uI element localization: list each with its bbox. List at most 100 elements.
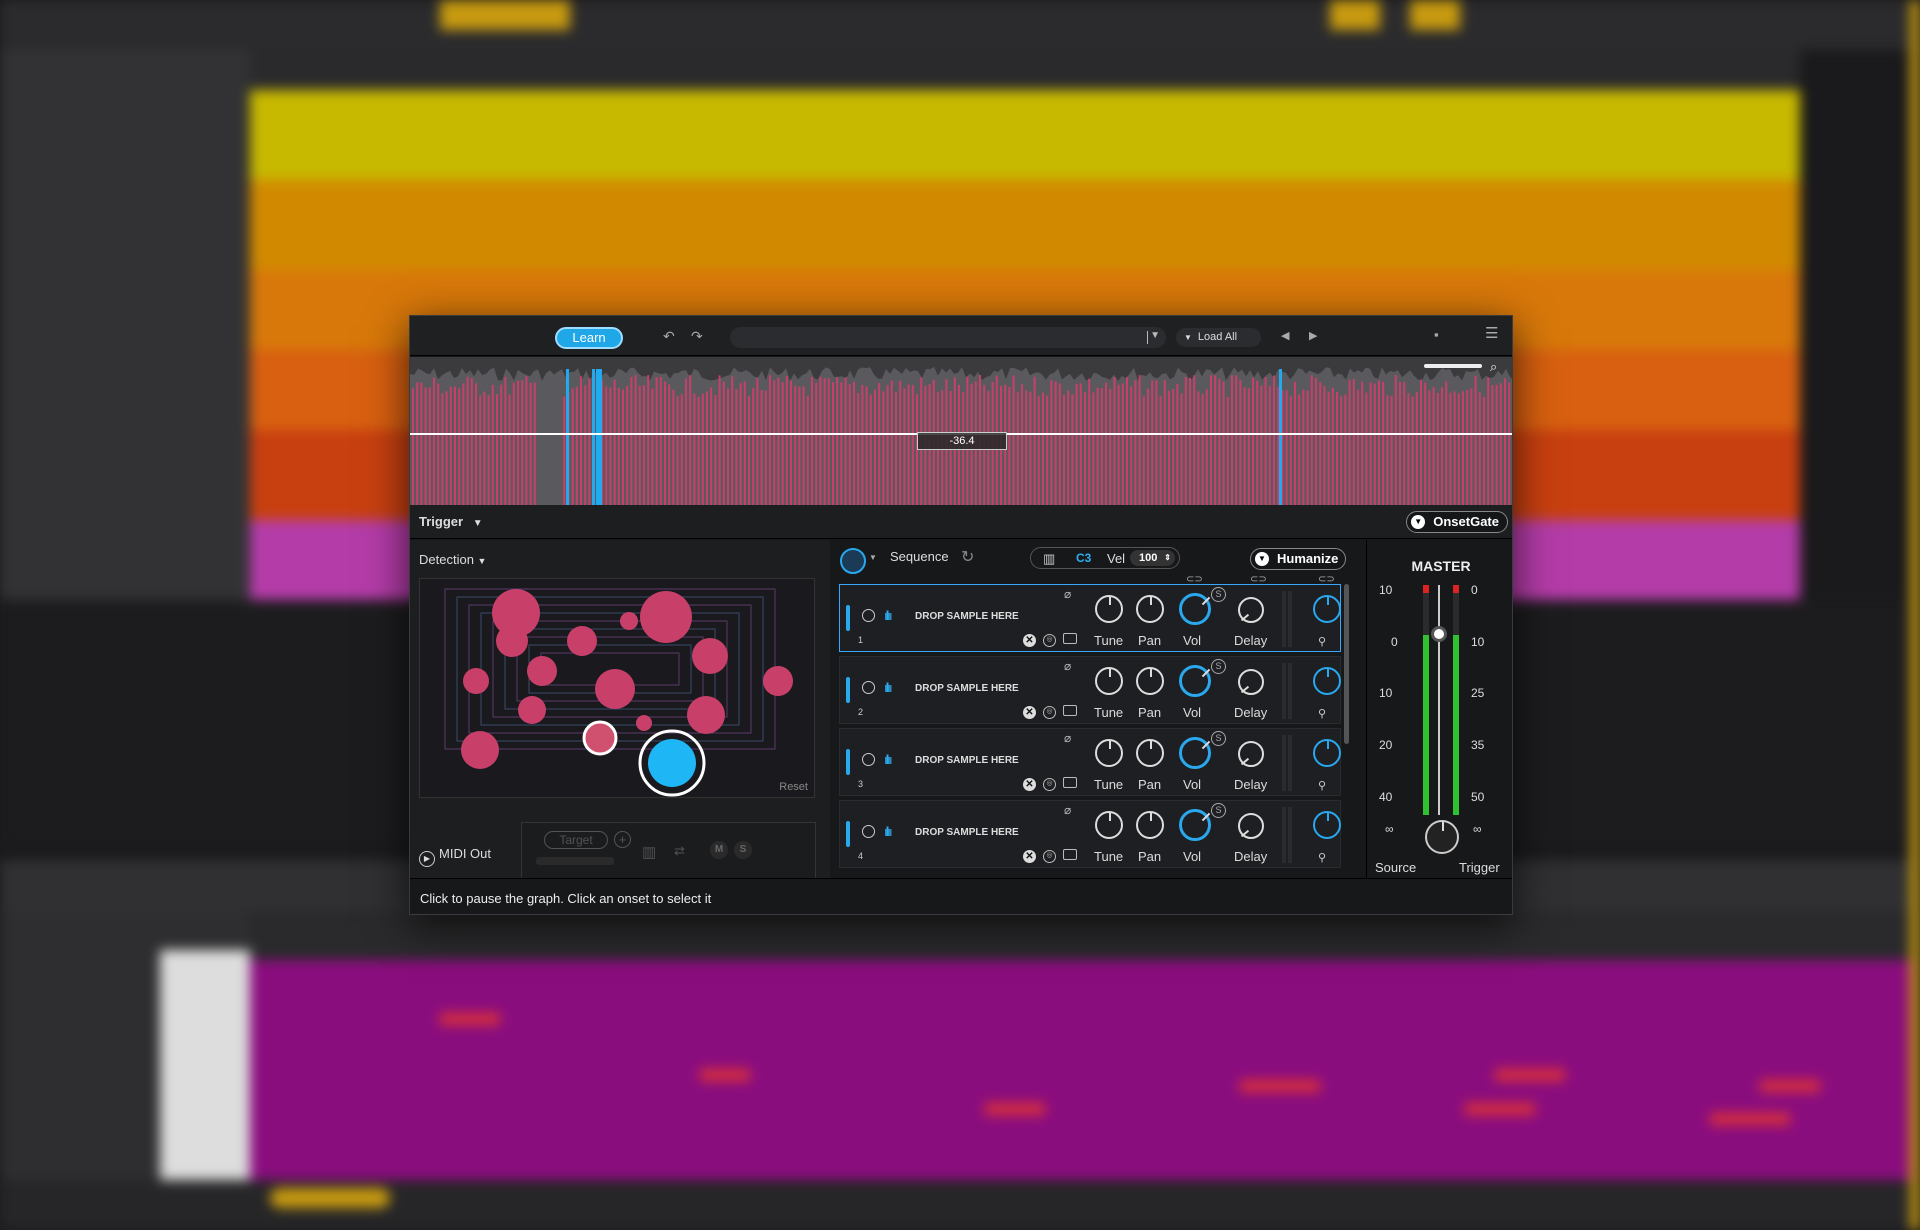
onset-bubble[interactable]	[636, 715, 652, 731]
delay-knob[interactable]	[1238, 741, 1264, 767]
onset-bar[interactable]	[1470, 388, 1473, 505]
onset-bar[interactable]	[697, 396, 700, 505]
close-icon[interactable]: ✕	[1023, 634, 1036, 647]
onset-bar[interactable]	[441, 393, 444, 505]
onset-bar[interactable]	[861, 385, 864, 505]
humanize-button[interactable]: ▼ Humanize	[1250, 548, 1346, 570]
onset-bar[interactable]	[416, 382, 419, 505]
detection-dropdown[interactable]: Detection ▼	[419, 552, 486, 567]
output-knob[interactable]	[1313, 595, 1341, 623]
pan-knob[interactable]	[1136, 667, 1164, 695]
onset-bar[interactable]	[521, 380, 524, 505]
onset-bar[interactable]	[693, 393, 696, 506]
onset-bar[interactable]	[1226, 397, 1229, 505]
onset-bubble[interactable]	[527, 656, 557, 686]
onset-bar[interactable]	[475, 383, 477, 505]
onset-bar[interactable]	[727, 388, 729, 506]
onset-bar[interactable]	[533, 382, 536, 505]
onset-bar[interactable]	[802, 386, 805, 505]
solo-badge[interactable]: S	[1211, 659, 1226, 674]
folder-icon[interactable]	[1063, 849, 1077, 860]
onset-bar[interactable]	[1033, 376, 1036, 505]
onset-bar[interactable]	[1130, 386, 1133, 505]
onset-bar[interactable]	[412, 388, 414, 505]
onset-bar[interactable]	[844, 377, 847, 505]
onset-bar[interactable]	[1142, 396, 1145, 506]
onset-bar[interactable]	[1394, 375, 1397, 505]
onset-bar[interactable]	[672, 389, 675, 505]
onset-bar[interactable]	[1147, 388, 1149, 505]
selected-onset-marker[interactable]	[592, 369, 595, 505]
onset-bar[interactable]	[1008, 387, 1011, 505]
onset-bar[interactable]	[1067, 390, 1070, 505]
onset-bar[interactable]	[1420, 379, 1422, 505]
onset-bar[interactable]	[1294, 381, 1296, 505]
drop-zone[interactable]: DROP SAMPLE HERE	[915, 755, 1019, 766]
folder-icon[interactable]	[1063, 633, 1077, 644]
onset-bar[interactable]	[1247, 388, 1250, 505]
onset-bar[interactable]	[483, 391, 486, 505]
onset-bar[interactable]	[525, 376, 528, 505]
delay-knob[interactable]	[1238, 813, 1264, 839]
selected-onset-marker[interactable]	[599, 369, 602, 505]
user-icon[interactable]: ⚲	[1318, 779, 1326, 792]
onset-bar[interactable]	[710, 387, 713, 506]
onset-bar[interactable]	[1050, 380, 1053, 505]
record-icon[interactable]	[862, 753, 875, 766]
onset-bar[interactable]	[790, 380, 792, 505]
drop-zone[interactable]: DROP SAMPLE HERE	[915, 827, 1019, 838]
triangle-left-icon[interactable]: ◀	[1281, 328, 1289, 344]
onset-bar[interactable]	[1399, 381, 1401, 505]
waveform-display[interactable]: -36.4 ⌕	[410, 357, 1512, 506]
vol-knob[interactable]	[1179, 809, 1211, 841]
scrollbar[interactable]	[1344, 584, 1349, 744]
onset-bar[interactable]	[1071, 394, 1074, 505]
onset-bar[interactable]	[1163, 380, 1166, 505]
onset-bar[interactable]	[1210, 375, 1212, 505]
onset-bar[interactable]	[1222, 381, 1225, 506]
onset-bar[interactable]	[1260, 385, 1263, 505]
onset-bar[interactable]	[571, 388, 574, 506]
onset-bar[interactable]	[1243, 387, 1246, 505]
onset-bar[interactable]	[760, 390, 763, 505]
onset-bubble[interactable]	[567, 626, 597, 656]
sample-slot[interactable]: 3 ıllıı DROP SAMPLE HERE ⌀ ✕ ◎ Tune Pan …	[839, 728, 1341, 796]
onset-bar[interactable]	[1495, 384, 1498, 505]
onset-bar[interactable]	[517, 380, 519, 506]
selected-onset-marker[interactable]	[1279, 369, 1282, 505]
onset-bar[interactable]	[1453, 391, 1456, 506]
onset-bar[interactable]	[605, 386, 608, 506]
close-icon[interactable]: ✕	[1023, 850, 1036, 863]
onset-bar[interactable]	[685, 378, 687, 505]
onset-bar[interactable]	[1302, 389, 1305, 505]
onset-bar[interactable]	[1378, 380, 1380, 506]
onset-bar[interactable]	[848, 384, 851, 505]
hovered-onset-bubble[interactable]	[582, 720, 618, 756]
onset-bar[interactable]	[718, 375, 721, 505]
delay-knob[interactable]	[1238, 597, 1264, 623]
link-icon[interactable]: ⇄	[674, 843, 685, 859]
velocity-field[interactable]: 100 ⇕	[1130, 550, 1175, 566]
onset-bubble[interactable]	[692, 638, 728, 674]
user-icon[interactable]: ⚲	[1318, 707, 1326, 720]
onset-bar[interactable]	[1134, 380, 1137, 505]
drop-zone[interactable]: DROP SAMPLE HERE	[915, 683, 1019, 694]
onset-bar[interactable]	[1184, 377, 1187, 505]
onset-bar[interactable]	[655, 377, 658, 505]
onset-bar[interactable]	[1151, 380, 1154, 506]
save-icon[interactable]: ▪	[1434, 327, 1439, 343]
hamburger-icon[interactable]: ☰	[1485, 326, 1498, 342]
tune-knob[interactable]	[1095, 739, 1123, 767]
onset-bar[interactable]	[781, 382, 784, 505]
onset-bar[interactable]	[1462, 391, 1464, 505]
onset-bar[interactable]	[869, 394, 872, 505]
slot-enable-toggle[interactable]	[846, 677, 850, 703]
onset-bar[interactable]	[1441, 387, 1443, 505]
onset-bar[interactable]	[630, 377, 633, 505]
onset-bar[interactable]	[735, 388, 738, 505]
onset-bar[interactable]	[1231, 375, 1233, 505]
triangle-right-icon[interactable]: ▶	[1309, 328, 1317, 344]
onset-bar[interactable]	[1386, 395, 1389, 505]
onset-bar[interactable]	[1121, 383, 1124, 505]
onset-bar[interactable]	[857, 393, 860, 505]
